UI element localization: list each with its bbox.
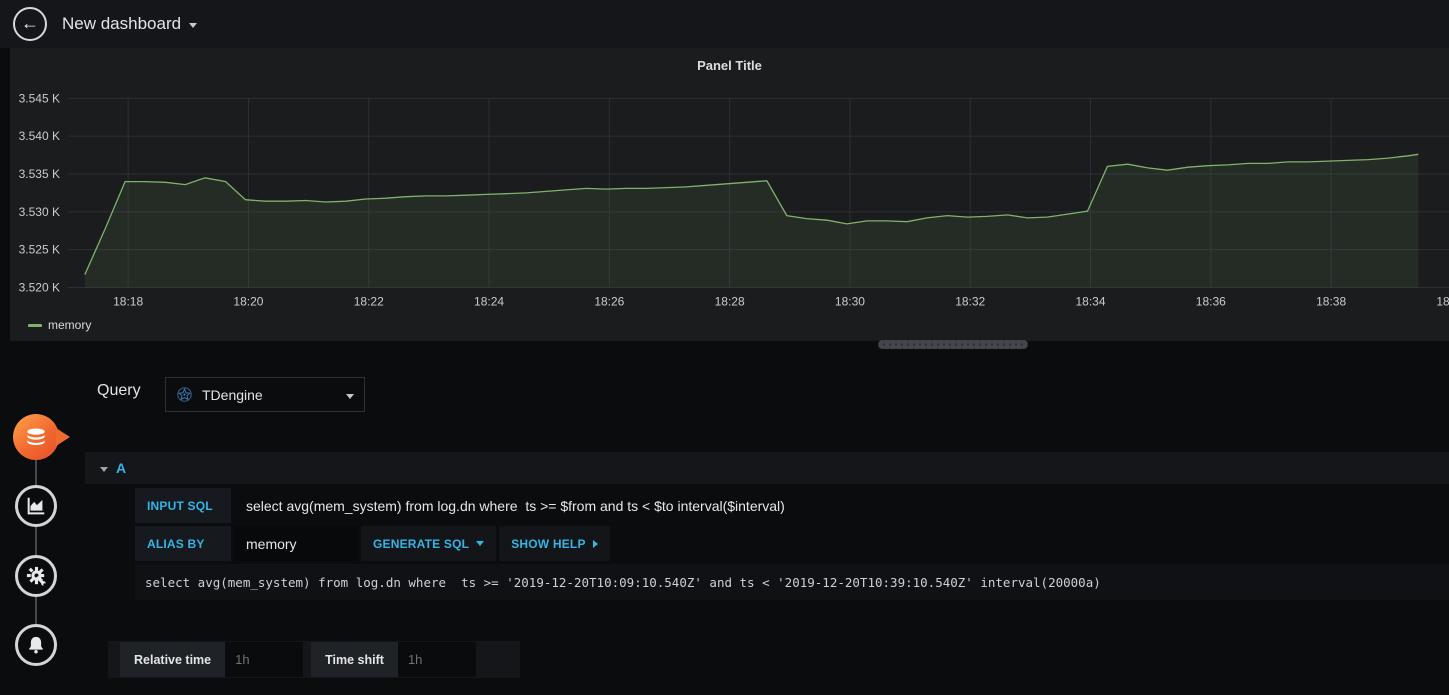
datasource-picker[interactable]: TDengine [165,377,365,412]
legend-label: memory [48,318,92,332]
query-ref-letter: A [116,460,127,476]
arrow-left-icon: ← [21,13,39,33]
svg-text:18:28: 18:28 [715,295,745,309]
input-sql-row: INPUT SQL [135,488,1449,523]
panel-title[interactable]: Panel Title [10,58,1449,73]
dashboard-title-menu[interactable]: New dashboard [62,14,198,34]
grafana-panel-editor: ← New dashboard 3.520 K 3.525 K 3.530 K 3.5… [0,0,1449,695]
collapse-caret-icon [100,466,108,472]
svg-text:3.520 K: 3.520 K [19,281,60,295]
time-shift-input[interactable] [397,642,476,677]
alias-by-row: ALIAS BY GENERATE SQL SHOW HELP [135,526,610,561]
svg-text:3.535 K: 3.535 K [19,167,60,181]
graph-icon [27,497,45,515]
panel-resize-handle[interactable] [878,340,1028,349]
svg-text:18:30: 18:30 [835,295,865,309]
top-navbar: ← New dashboard [0,0,1449,48]
back-button[interactable]: ← [13,7,47,41]
alias-by-label: ALIAS BY [135,526,231,561]
dashboard-title: New dashboard [62,14,182,33]
timeseries-chart[interactable]: 3.520 K 3.525 K 3.530 K 3.535 K 3.540 K 3.545… [10,48,1449,341]
time-options-section: Relative time Time shift [108,641,520,678]
sidebar-tab-visualization[interactable] [15,485,57,527]
input-sql-field[interactable] [234,488,1449,523]
graph-panel: 3.520 K 3.525 K 3.530 K 3.535 K 3.540 K 3.545… [10,48,1449,341]
database-icon [27,428,45,446]
legend-color-swatch [28,323,42,327]
tdengine-logo-icon [177,387,192,402]
tab-connector-line [35,437,37,645]
svg-text:18:18: 18:18 [113,295,143,309]
chevron-down-icon [346,393,354,399]
sidebar-tab-alert[interactable] [15,624,57,666]
svg-text:18:26: 18:26 [594,295,624,309]
svg-text:18:40: 18:40 [1436,295,1449,309]
query-ref-row[interactable]: A [85,452,1449,484]
generate-sql-button[interactable]: GENERATE SQL [361,526,497,561]
caret-down-icon [476,541,485,546]
svg-text:18:34: 18:34 [1076,295,1106,309]
caret-right-icon [592,539,598,548]
show-help-button[interactable]: SHOW HELP [499,526,610,561]
legend-item-memory[interactable]: memory [28,318,91,332]
svg-text:18:36: 18:36 [1196,295,1226,309]
svg-text:3.525 K: 3.525 K [19,243,60,257]
svg-text:3.545 K: 3.545 K [19,91,60,105]
input-sql-label: INPUT SQL [135,488,231,523]
svg-text:18:38: 18:38 [1316,295,1346,309]
chevron-down-icon [189,23,198,28]
svg-text:18:32: 18:32 [955,295,985,309]
relative-time-label: Relative time [120,642,226,677]
svg-text:18:20: 18:20 [233,295,263,309]
gear-wrench-icon [26,566,46,586]
relative-time-input[interactable] [225,642,304,677]
datasource-name: TDengine [202,386,263,403]
alias-by-field[interactable] [234,526,358,561]
svg-text:3.530 K: 3.530 K [19,205,60,219]
svg-text:18:22: 18:22 [354,295,384,309]
svg-text:18:24: 18:24 [474,295,504,309]
time-shift-label: Time shift [311,642,398,677]
sidebar-tab-queries[interactable] [13,414,59,460]
sidebar-tab-general[interactable] [15,555,57,597]
svg-text:3.540 K: 3.540 K [19,129,60,143]
generated-sql-text: select avg(mem_system) from log.dn where… [135,564,1449,600]
query-section-title: Query [97,382,141,399]
bell-icon [29,636,43,654]
